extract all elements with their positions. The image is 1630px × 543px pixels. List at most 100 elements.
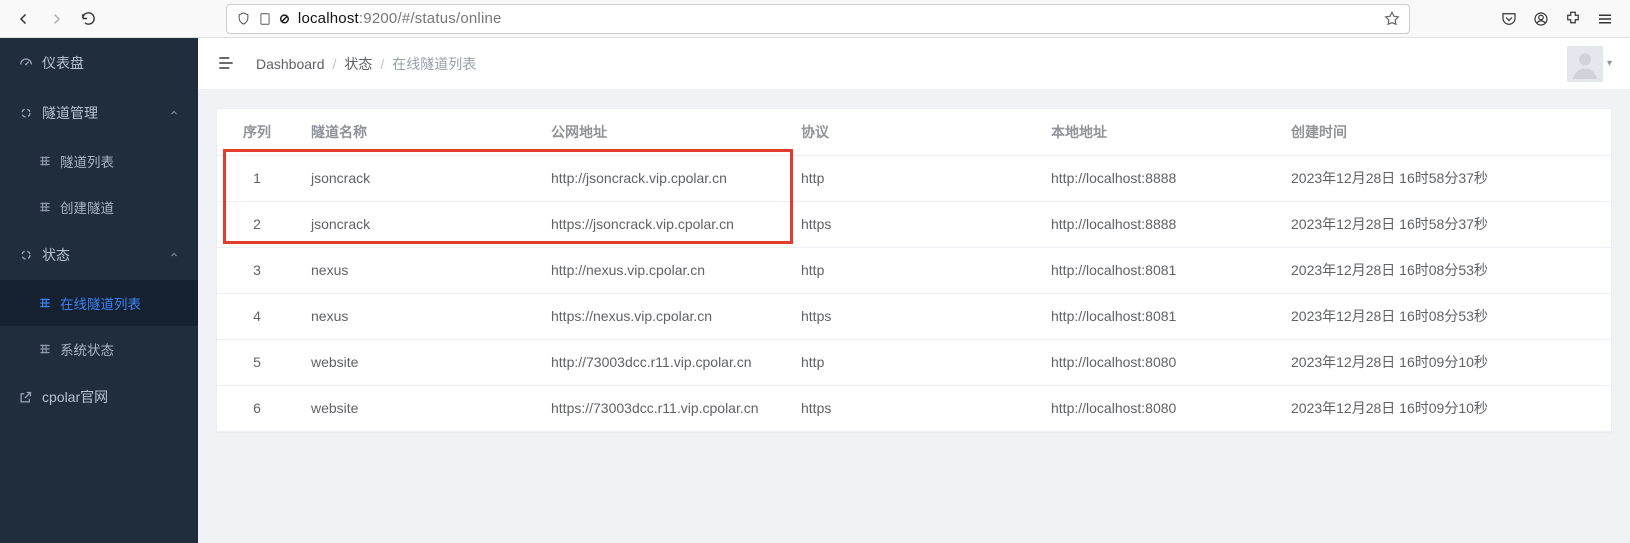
sidebar-sub-tunnel-list[interactable]: 隧道列表 [0, 138, 198, 184]
cell-public[interactable]: https://nexus.vip.cpolar.cn [537, 293, 787, 339]
cell-public[interactable]: https://jsoncrack.vip.cpolar.cn [537, 201, 787, 247]
circle-icon [18, 105, 42, 121]
sidebar-label: 创建隧道 [60, 197, 114, 217]
sidebar-label: 在线隧道列表 [60, 293, 141, 313]
crumb-current: 在线隧道列表 [392, 54, 476, 74]
cell-created: 2023年12月28日 16时08分53秒 [1277, 247, 1611, 293]
cell-created: 2023年12月28日 16时09分10秒 [1277, 339, 1611, 385]
bookmark-star-icon[interactable] [1383, 10, 1401, 28]
menu-icon[interactable] [1596, 10, 1614, 28]
sidebar-label: 系统状态 [60, 339, 114, 359]
grid-icon [38, 200, 60, 214]
reload-button[interactable] [74, 5, 102, 33]
back-button[interactable] [10, 5, 38, 33]
page-icon [257, 11, 273, 27]
th-seq: 序列 [217, 109, 297, 155]
th-proto: 协议 [787, 109, 1037, 155]
crumb-dashboard[interactable]: Dashboard [256, 56, 325, 72]
sidebar-item-status[interactable]: 状态 [0, 230, 198, 280]
shield-icon [235, 11, 251, 27]
cell-local[interactable]: http://localhost:8080 [1037, 385, 1277, 431]
main-area: Dashboard / 状态 / 在线隧道列表 ▾ 序列 [198, 38, 1630, 543]
gauge-icon [18, 55, 42, 71]
cell-seq: 5 [217, 339, 297, 385]
table-row: 2jsoncrackhttps://jsoncrack.vip.cpolar.c… [217, 201, 1611, 247]
cell-proto: http [787, 339, 1037, 385]
grid-icon [38, 342, 60, 356]
cell-local[interactable]: http://localhost:8080 [1037, 339, 1277, 385]
sidebar-label: 状态 [42, 245, 70, 265]
crumb-separator: / [380, 56, 384, 72]
cell-name: nexus [297, 247, 537, 293]
cell-seq: 1 [217, 155, 297, 201]
chevron-up-icon [168, 249, 180, 261]
arrow-left-icon [15, 10, 33, 28]
cell-public[interactable]: https://73003dcc.r11.vip.cpolar.cn [537, 385, 787, 431]
sidebar-label: 仪表盘 [42, 53, 84, 73]
th-public: 公网地址 [537, 109, 787, 155]
user-menu[interactable]: ▾ [1567, 46, 1612, 82]
circle-icon [18, 247, 42, 263]
cell-name: website [297, 339, 537, 385]
address-bar[interactable]: ⊘ localhost:9200/#/status/online [226, 4, 1410, 34]
sidebar-item-dashboard[interactable]: 仪表盘 [0, 38, 198, 88]
cell-local[interactable]: http://localhost:8888 [1037, 201, 1277, 247]
arrow-right-icon [47, 10, 65, 28]
grid-icon [38, 296, 60, 310]
extensions-icon[interactable] [1564, 10, 1582, 28]
tunnel-table-panel: 序列 隧道名称 公网地址 协议 本地地址 创建时间 1jsoncrackhttp… [216, 108, 1612, 433]
sidebar-sub-system-status[interactable]: 系统状态 [0, 326, 198, 372]
cell-name: jsoncrack [297, 155, 537, 201]
cell-public[interactable]: http://nexus.vip.cpolar.cn [537, 247, 787, 293]
reload-icon [80, 10, 97, 27]
account-icon[interactable] [1532, 10, 1550, 28]
pocket-icon[interactable] [1500, 10, 1518, 28]
cell-created: 2023年12月28日 16时58分37秒 [1277, 155, 1611, 201]
lock-icon: ⊘ [279, 11, 290, 27]
cell-local[interactable]: http://localhost:8888 [1037, 155, 1277, 201]
url-text: localhost:9200/#/status/online [298, 10, 502, 27]
cell-public[interactable]: http://jsoncrack.vip.cpolar.cn [537, 155, 787, 201]
th-name: 隧道名称 [297, 109, 537, 155]
external-link-icon [18, 390, 42, 405]
sidebar-sub-online-list[interactable]: 在线隧道列表 [0, 280, 198, 326]
cell-created: 2023年12月28日 16时09分10秒 [1277, 385, 1611, 431]
cell-proto: http [787, 155, 1037, 201]
cell-name: jsoncrack [297, 201, 537, 247]
sidebar-label: cpolar官网 [42, 387, 108, 407]
grid-icon [38, 154, 60, 168]
breadcrumb: Dashboard / 状态 / 在线隧道列表 [256, 54, 476, 74]
table-row: 5websitehttp://73003dcc.r11.vip.cpolar.c… [217, 339, 1611, 385]
sidebar-label: 隧道列表 [60, 151, 114, 171]
cell-seq: 6 [217, 385, 297, 431]
sidebar-sub-create-tunnel[interactable]: 创建隧道 [0, 184, 198, 230]
topbar: Dashboard / 状态 / 在线隧道列表 ▾ [198, 38, 1630, 90]
browser-toolbar: ⊘ localhost:9200/#/status/online [0, 0, 1630, 38]
cell-created: 2023年12月28日 16时08分53秒 [1277, 293, 1611, 339]
browser-right-controls [1500, 10, 1620, 28]
cell-local[interactable]: http://localhost:8081 [1037, 247, 1277, 293]
cell-public[interactable]: http://73003dcc.r11.vip.cpolar.cn [537, 339, 787, 385]
th-created: 创建时间 [1277, 109, 1611, 155]
sidebar-item-tunnel-mgmt[interactable]: 隧道管理 [0, 88, 198, 138]
caret-down-icon: ▾ [1607, 58, 1612, 69]
table-row: 6websitehttps://73003dcc.r11.vip.cpolar.… [217, 385, 1611, 431]
chevron-up-icon [168, 107, 180, 119]
cell-seq: 3 [217, 247, 297, 293]
avatar [1567, 46, 1603, 82]
cell-name: nexus [297, 293, 537, 339]
cell-proto: https [787, 201, 1037, 247]
cell-name: website [297, 385, 537, 431]
cell-proto: https [787, 385, 1037, 431]
crumb-status[interactable]: 状态 [344, 54, 372, 74]
app-root: 仪表盘 隧道管理 隧道列表 创建隧道 状态 在线隧道列表 系统状态 [0, 38, 1630, 543]
cell-seq: 4 [217, 293, 297, 339]
table-row: 4nexushttps://nexus.vip.cpolar.cnhttpsht… [217, 293, 1611, 339]
tunnel-table: 序列 隧道名称 公网地址 协议 本地地址 创建时间 1jsoncrackhttp… [217, 109, 1611, 432]
sidebar-item-cpolar-site[interactable]: cpolar官网 [0, 372, 198, 422]
table-header-row: 序列 隧道名称 公网地址 协议 本地地址 创建时间 [217, 109, 1611, 155]
hamburger-toggle-icon[interactable] [216, 53, 238, 75]
cell-local[interactable]: http://localhost:8081 [1037, 293, 1277, 339]
forward-button[interactable] [42, 5, 70, 33]
table-row: 3nexushttp://nexus.vip.cpolar.cnhttphttp… [217, 247, 1611, 293]
